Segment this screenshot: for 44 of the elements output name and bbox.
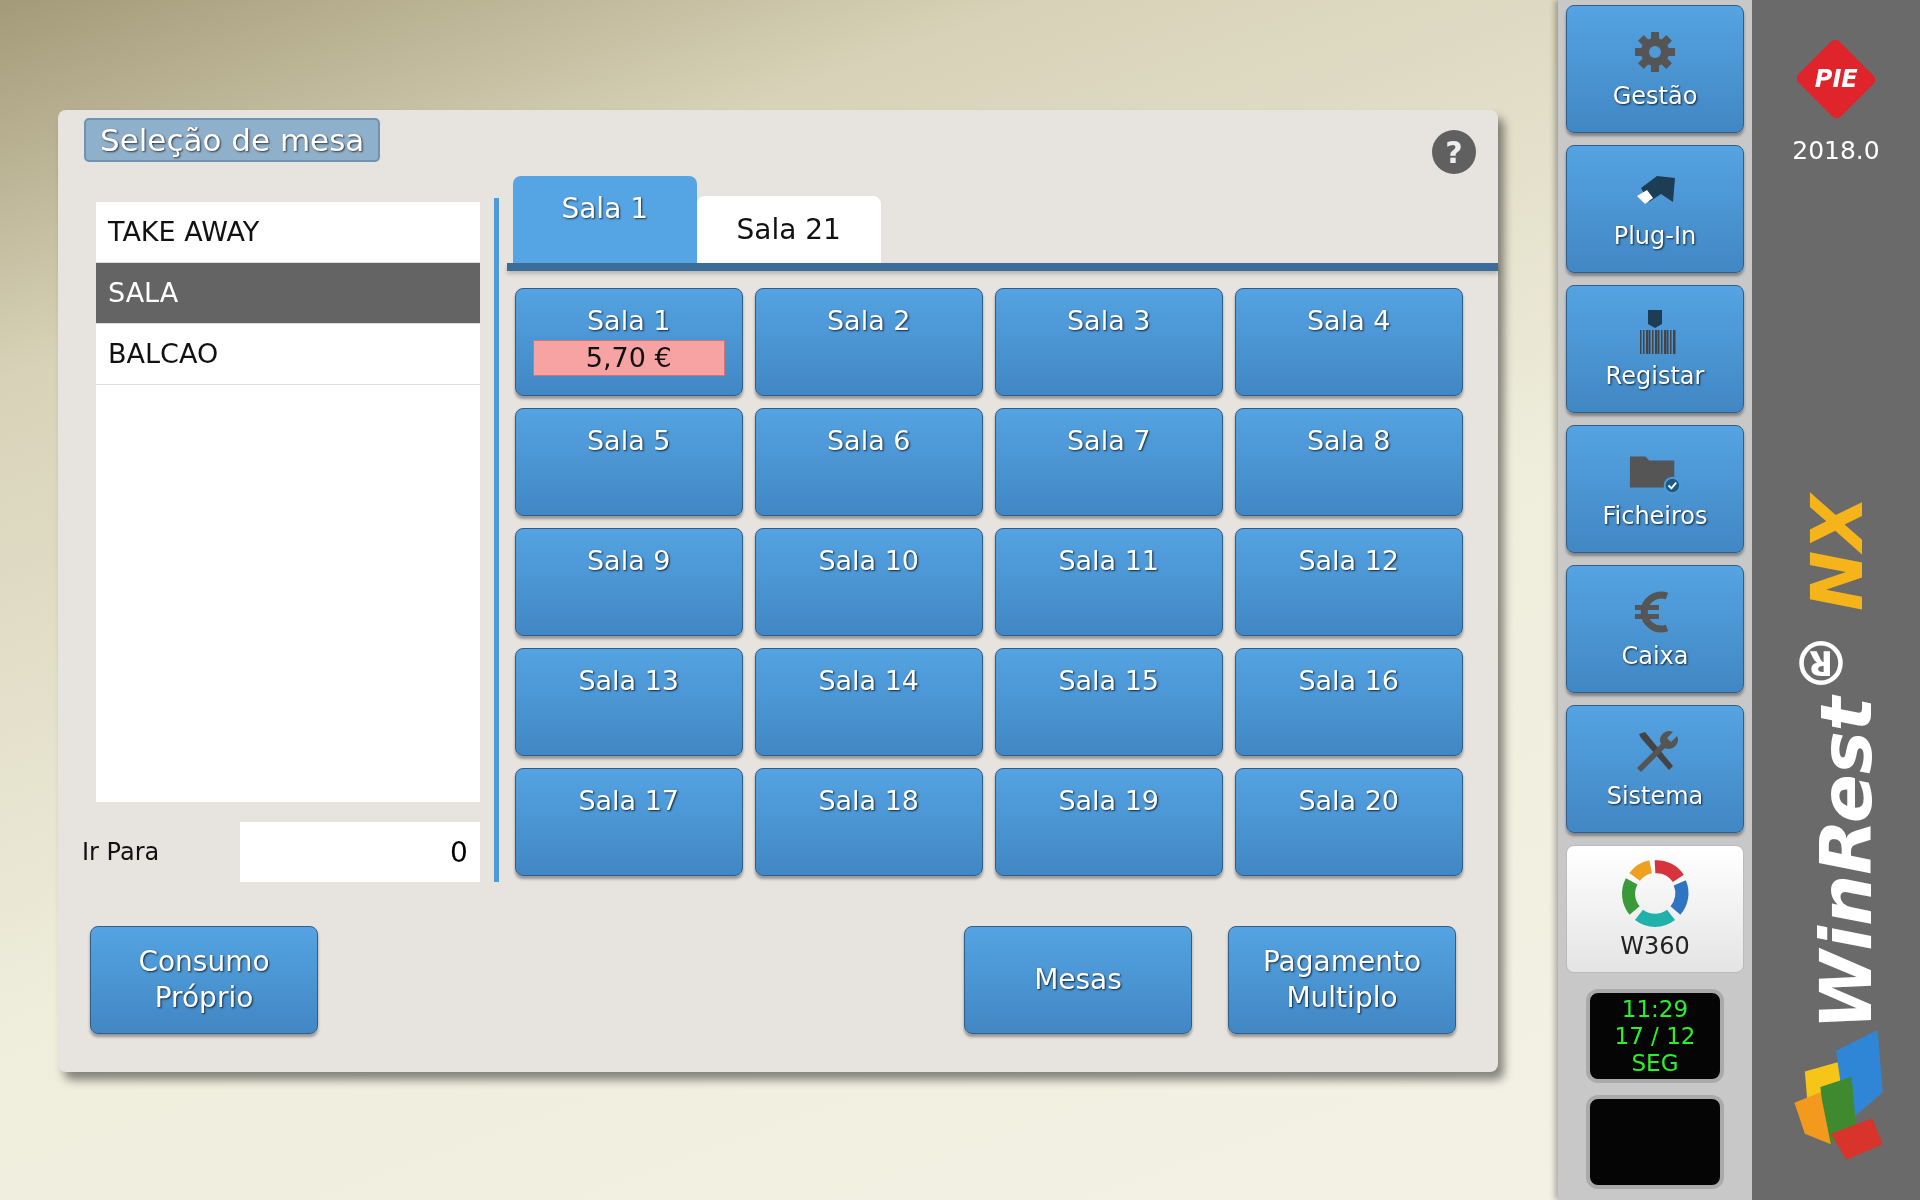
table-button[interactable]: Sala 3 xyxy=(994,288,1223,396)
area-item[interactable]: SALA xyxy=(96,263,480,324)
area-item[interactable]: BALCAO xyxy=(96,324,480,385)
table-button[interactable]: Sala 15 xyxy=(994,648,1223,756)
table-button[interactable]: Sala 14 xyxy=(754,648,983,756)
table-button[interactable]: Sala 2 xyxy=(754,288,983,396)
table-button[interactable]: Sala 13 xyxy=(514,648,743,756)
table-button[interactable]: Sala 9 xyxy=(514,528,743,636)
action-button[interactable]: Mesas xyxy=(964,926,1192,1034)
clock-display: 11:29 17 / 12 SEG xyxy=(1586,989,1724,1083)
launcher-button[interactable]: Ficheiros xyxy=(1566,425,1744,553)
table-button[interactable]: Sala 16 xyxy=(1234,648,1463,756)
dialog-title: Seleção de mesa xyxy=(84,118,381,162)
action-button[interactable]: Consumo Próprio xyxy=(90,926,318,1034)
table-button[interactable]: Sala 6 xyxy=(754,408,983,516)
help-button[interactable]: ? xyxy=(1432,130,1476,174)
table-button[interactable]: Sala 11 xyxy=(994,528,1223,636)
table-amount: 5,70 € xyxy=(532,340,725,376)
goto-label: Ir Para xyxy=(82,838,160,866)
table-button[interactable]: Sala 20 xyxy=(1234,768,1463,876)
launcher-button[interactable]: Sistema xyxy=(1566,705,1744,833)
table-button[interactable]: Sala 17 xyxy=(514,768,743,876)
table-button[interactable]: Sala 4 xyxy=(1234,288,1463,396)
table-button[interactable]: Sala 1 5,70 € xyxy=(514,288,743,396)
launcher-button[interactable]: Plug-In xyxy=(1566,145,1744,273)
launcher-button[interactable]: Caixa xyxy=(1566,565,1744,693)
version-label: 2018.0 xyxy=(1792,135,1880,165)
room-tab[interactable]: Sala 21 xyxy=(696,196,881,263)
w360-button[interactable]: W360 xyxy=(1566,845,1744,973)
table-button[interactable]: Sala 8 xyxy=(1234,408,1463,516)
table-button[interactable]: Sala 19 xyxy=(994,768,1223,876)
room-tab[interactable]: Sala 1 xyxy=(512,176,697,263)
table-button[interactable]: Sala 7 xyxy=(994,408,1223,516)
brand-suffix: NX xyxy=(1800,494,1872,611)
action-button[interactable]: Pagamento Multiplo xyxy=(1228,926,1456,1034)
launcher-button[interactable]: Registar xyxy=(1566,285,1744,413)
table-button[interactable]: Sala 18 xyxy=(754,768,983,876)
pie-logo: PIE xyxy=(1794,37,1878,121)
ring-icon xyxy=(1620,858,1690,928)
table-button[interactable]: Sala 10 xyxy=(754,528,983,636)
table-button[interactable]: Sala 12 xyxy=(1234,528,1463,636)
launcher-button[interactable]: Gestão xyxy=(1566,5,1744,133)
table-button[interactable]: Sala 5 xyxy=(514,408,743,516)
goto-field[interactable]: 0 xyxy=(239,822,480,882)
